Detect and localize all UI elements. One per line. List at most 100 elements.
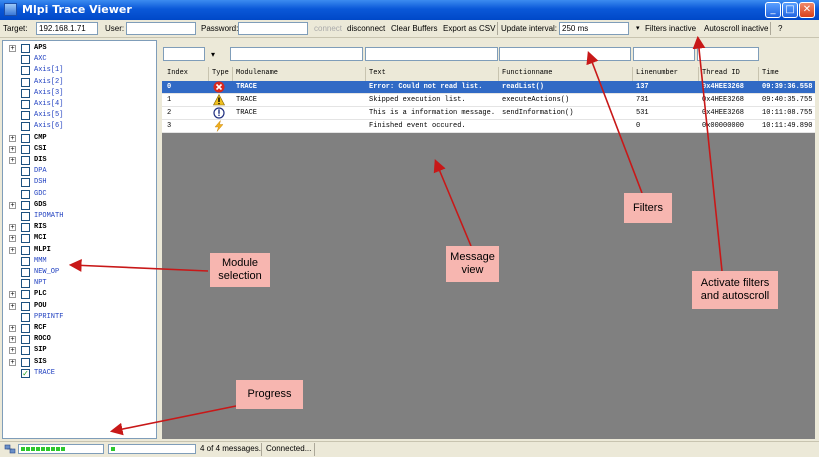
column-separator[interactable] [498, 67, 499, 81]
expand-icon[interactable]: + [9, 358, 16, 366]
table-row[interactable]: 0 TRACE Error: Could not read list. readLis… [162, 81, 815, 94]
tree-item[interactable]: DPA [3, 166, 153, 177]
tree-item[interactable]: + DIS [3, 155, 153, 166]
tree-item[interactable]: Axis[3] [3, 88, 153, 99]
update-interval-input[interactable]: 250 ms [559, 22, 629, 35]
column-separator[interactable] [698, 67, 699, 81]
tree-item[interactable]: Axis[4] [3, 99, 153, 110]
filter-type-dropdown-icon[interactable]: ▾ [211, 50, 215, 59]
module-checkbox[interactable] [21, 290, 30, 300]
minimize-icon[interactable]: _ [765, 2, 781, 18]
module-checkbox[interactable] [21, 66, 30, 76]
column-separator[interactable] [632, 67, 633, 81]
tree-item[interactable]: Axis[2] [3, 77, 153, 88]
tree-item[interactable]: GDC [3, 189, 153, 200]
expand-icon[interactable]: + [9, 347, 16, 355]
tree-item[interactable]: + SIP [3, 345, 153, 356]
module-checkbox[interactable] [21, 111, 30, 121]
module-checkbox[interactable] [21, 268, 30, 277]
column-header[interactable]: Type [212, 69, 229, 77]
table-row[interactable]: 3 Finished event occured. 0 0x00000000 10:11… [162, 120, 815, 133]
module-checkbox[interactable] [21, 245, 30, 255]
module-checkbox[interactable] [21, 44, 30, 53]
tree-item[interactable]: + MCI [3, 233, 153, 244]
module-checkbox[interactable] [21, 100, 30, 109]
module-checkbox[interactable] [21, 312, 30, 322]
tree-item[interactable]: MMM [3, 256, 153, 267]
column-separator[interactable] [758, 67, 759, 81]
column-header[interactable]: Time [762, 69, 779, 77]
target-input[interactable]: 192.168.1.71 [36, 22, 98, 35]
module-checkbox[interactable] [21, 346, 30, 356]
module-checkbox[interactable] [21, 178, 30, 188]
tree-item[interactable]: + ROCO [3, 334, 153, 345]
tree-item[interactable]: NEW_OP [3, 267, 153, 278]
close-icon[interactable]: ✕ [799, 2, 815, 18]
tree-item[interactable]: Axis[1] [3, 65, 153, 76]
tree-item[interactable]: + POU [3, 301, 153, 312]
module-tree[interactable]: + APS AXC Axis[1] Axis[2] Axis[3] Axis[4] Axis[… [2, 40, 157, 439]
module-checkbox[interactable] [21, 279, 30, 289]
tree-item[interactable]: PPRINTF [3, 312, 153, 323]
expand-icon[interactable]: + [9, 224, 16, 232]
export-csv-button[interactable]: Export as CSV [443, 24, 495, 33]
column-header[interactable]: Thread ID [702, 69, 740, 77]
column-header[interactable]: Index [167, 69, 188, 77]
module-checkbox[interactable] [21, 212, 30, 221]
tree-item[interactable]: + CSI [3, 144, 153, 155]
module-checkbox[interactable] [21, 301, 30, 311]
autoscroll-toggle-button[interactable]: Autoscroll inactive [704, 24, 768, 33]
column-header[interactable]: Functionname [502, 69, 552, 77]
module-checkbox[interactable] [21, 156, 30, 165]
tree-item[interactable]: + RIS [3, 222, 153, 233]
module-checkbox[interactable] [21, 335, 30, 345]
tree-item[interactable]: + CMP [3, 133, 153, 144]
column-separator[interactable] [208, 67, 209, 81]
expand-icon[interactable]: + [9, 302, 16, 310]
expand-icon[interactable]: + [9, 201, 16, 209]
module-checkbox[interactable] [21, 122, 30, 132]
column-header[interactable]: Text [369, 69, 386, 77]
filters-toggle-button[interactable]: Filters inactive [645, 24, 696, 33]
module-checkbox[interactable] [21, 223, 30, 233]
tree-item[interactable]: + MLPI [3, 245, 153, 256]
filter-function-input[interactable] [499, 47, 631, 61]
filter-index-input[interactable] [163, 47, 205, 61]
module-checkbox[interactable]: ✓ [21, 368, 30, 378]
table-row[interactable]: 2 TRACE This is a information message. send… [162, 107, 815, 120]
module-checkbox[interactable] [21, 324, 30, 333]
module-checkbox[interactable] [21, 200, 30, 210]
module-checkbox[interactable] [21, 357, 30, 367]
disconnect-button[interactable]: disconnect [347, 24, 385, 33]
tree-item[interactable]: ✓ TRACE [3, 368, 153, 379]
expand-icon[interactable]: + [9, 157, 16, 164]
expand-icon[interactable]: + [9, 134, 16, 142]
filter-line-input[interactable] [633, 47, 695, 61]
clear-buffers-button[interactable]: Clear Buffers [391, 24, 438, 33]
maximize-icon[interactable]: □ [782, 2, 798, 18]
column-separator[interactable] [232, 67, 233, 81]
expand-icon[interactable]: + [9, 336, 16, 344]
tree-item[interactable]: AXC [3, 54, 153, 65]
expand-icon[interactable]: + [9, 145, 16, 153]
tree-item[interactable]: + SIS [3, 357, 153, 368]
filters-dropdown-icon[interactable]: ▾ [636, 24, 640, 32]
column-header[interactable]: Modulename [236, 69, 278, 77]
tree-item[interactable]: IPOMATH [3, 211, 153, 222]
tree-item[interactable]: + PLC [3, 289, 153, 300]
module-checkbox[interactable] [21, 256, 30, 266]
expand-icon[interactable]: + [9, 235, 16, 243]
tree-item[interactable]: DSH [3, 177, 153, 188]
tree-item[interactable]: Axis[6] [3, 121, 153, 132]
module-checkbox[interactable] [21, 88, 30, 98]
tree-item[interactable]: + GDS [3, 200, 153, 211]
filter-thread-input[interactable] [697, 47, 759, 61]
tree-item[interactable]: + RCF [3, 323, 153, 334]
table-row[interactable]: 1 TRACE Skipped execution list. executeActi… [162, 94, 815, 107]
expand-icon[interactable]: + [9, 291, 16, 299]
module-checkbox[interactable] [21, 167, 30, 177]
filter-module-input[interactable] [230, 47, 363, 61]
help-button[interactable]: ? [778, 24, 782, 33]
module-checkbox[interactable] [21, 234, 30, 244]
module-checkbox[interactable] [21, 133, 30, 143]
